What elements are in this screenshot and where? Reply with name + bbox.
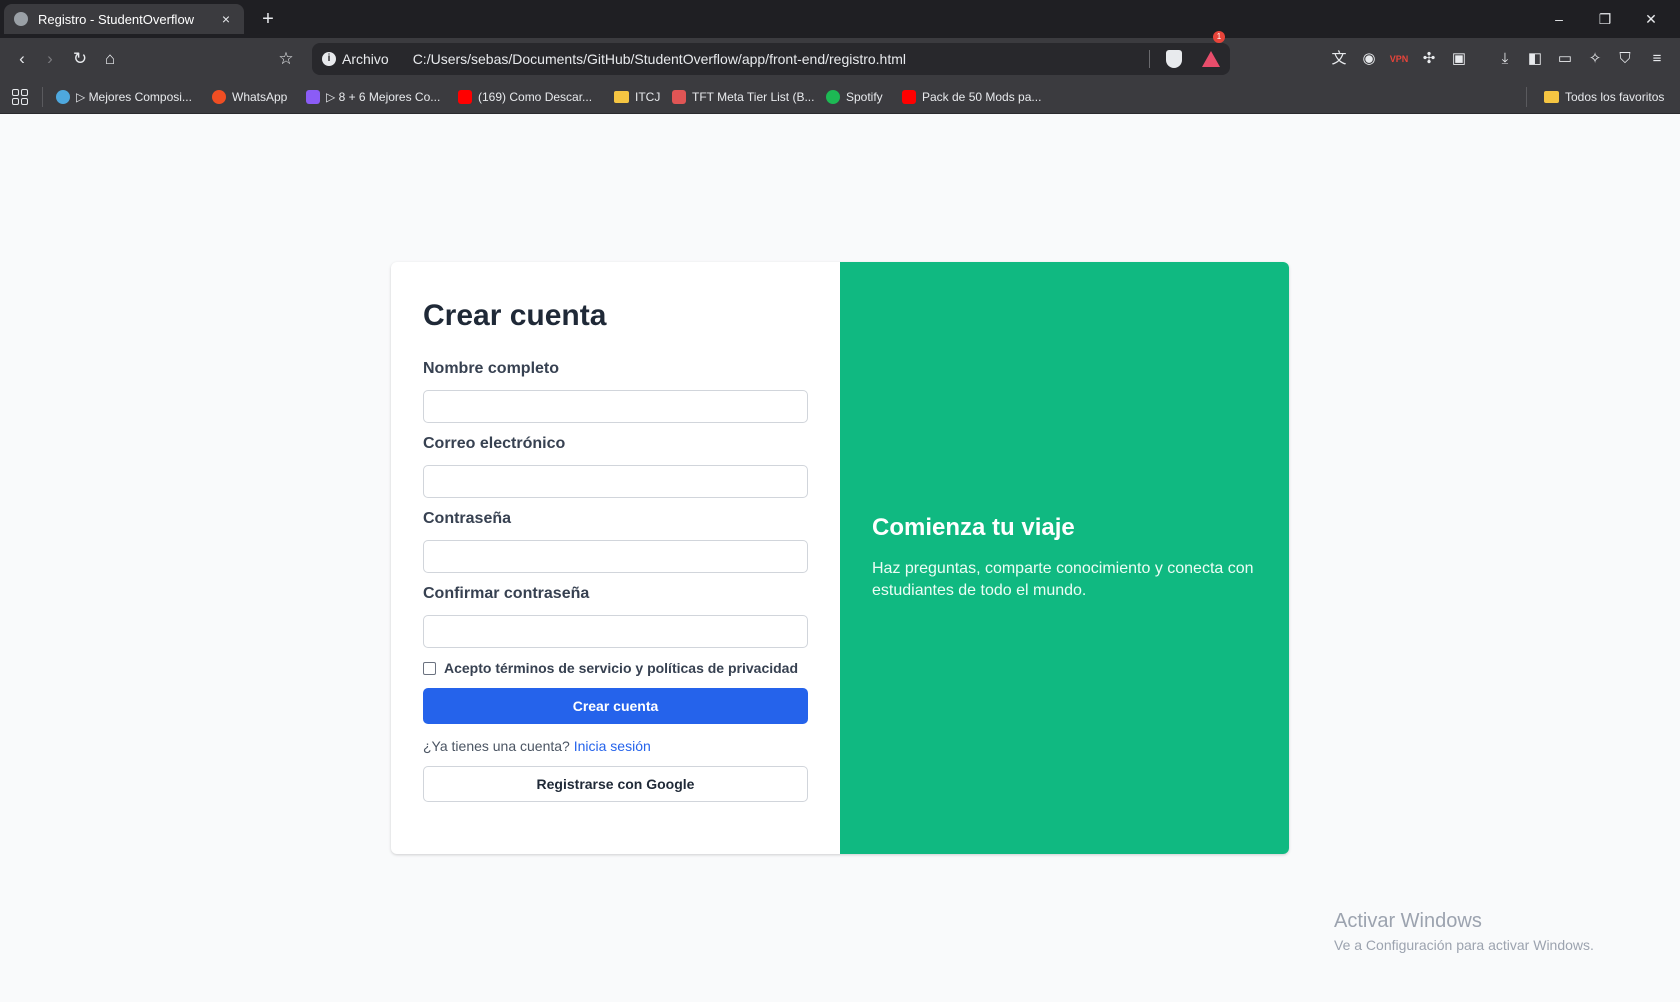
rewards-badge: 1 [1213,31,1225,43]
login-link[interactable]: Inicia sesión [574,738,651,754]
terms-checkbox[interactable] [423,661,436,675]
login-prompt: ¿Ya tienes una cuenta? Inicia sesión [423,738,808,754]
confirm-password-label: Confirmar contraseña [423,585,590,602]
forward-button[interactable]: › [38,47,62,71]
bookmark-item[interactable]: Pack de 50 Mods pa... [902,88,1041,106]
form-title: Crear cuenta [423,299,607,332]
globe-icon [14,12,28,26]
bookmark-separator [1526,87,1527,107]
youtube-icon [902,90,916,104]
brave-rewards-icon[interactable]: 1 [1202,31,1225,67]
watermark-subtitle: Ve a Configuración para activar Windows. [1334,937,1594,953]
leo-icon[interactable]: ✧ [1584,48,1606,70]
register-card: Crear cuenta Nombre completo Correo elec… [391,262,1289,854]
bookmark-item[interactable]: Spotify [826,88,883,106]
restore-button[interactable]: ❐ [1582,0,1628,38]
home-button[interactable]: ⌂ [98,47,122,71]
brave-shield-icon[interactable] [1166,50,1182,68]
folder-icon [614,91,629,103]
bookmarks-bar: ▷ Mejores Composi... WhatsApp ▷ 8 + 6 Me… [0,80,1680,114]
confirm-password-input[interactable] [423,615,808,648]
email-label: Correo electrónico [423,435,566,452]
chrome-icon[interactable]: ◉ [1358,48,1380,70]
tab-close-icon[interactable]: × [218,11,234,27]
windows-activation-watermark: Activar Windows Ve a Configuración para … [1334,910,1594,953]
tab-title: Registro - StudentOverflow [38,11,195,27]
bookmark-label: ▷ Mejores Composi... [76,90,192,104]
wallet-icon[interactable]: ▭ [1554,48,1576,70]
password-label: Contraseña [423,510,512,527]
translate-icon[interactable]: 文 [1328,48,1350,70]
bookmark-item[interactable]: WhatsApp [212,88,287,106]
bookmark-label: Pack de 50 Mods pa... [922,90,1042,104]
bookmark-favicon-icon [306,90,320,104]
vpn-icon[interactable]: VPN [1388,48,1410,70]
bookmark-folder[interactable]: ITCJ [614,88,660,106]
register-form: Crear cuenta Nombre completo Correo elec… [391,262,840,854]
bookmark-page-button[interactable]: ☆ [274,47,298,71]
apps-icon[interactable] [12,89,28,105]
bookmark-label: ▷ 8 + 6 Mejores Co... [326,90,441,104]
whatsapp-icon [212,90,226,104]
info-icon[interactable]: i [322,52,336,66]
terms-row: Acepto términos de servicio y políticas … [423,660,808,676]
browser-tab[interactable]: Registro - StudentOverflow × [4,4,244,34]
sidebar-icon[interactable]: ◧ [1524,48,1546,70]
youtube-icon [458,90,472,104]
url-text[interactable]: C:/Users/sebas/Documents/GitHub/StudentO… [413,51,1143,67]
bookmark-item[interactable]: (169) Como Descar... [458,88,592,106]
bookmark-label: (169) Como Descar... [478,90,593,104]
bookmark-label: Todos los favoritos [1565,90,1665,104]
bookmark-item[interactable]: ▷ Mejores Composi... [56,88,192,106]
watermark-title: Activar Windows [1334,910,1482,932]
bookmark-label: WhatsApp [232,90,288,104]
bookmark-favicon-icon [672,90,686,104]
url-scheme-label: Archivo [342,51,389,67]
spotify-icon [826,90,840,104]
address-separator [1149,50,1150,68]
back-button[interactable]: ‹ [10,47,34,71]
promo-title: Comienza tu viaje [872,513,1075,541]
menu-icon[interactable]: ≡ [1646,48,1668,70]
close-window-button[interactable]: ✕ [1628,0,1674,38]
bookmark-label: ITCJ [635,90,661,104]
vpn-shield-icon[interactable]: ⛉ [1614,48,1636,70]
email-input[interactable] [423,465,808,498]
name-label: Nombre completo [423,360,560,377]
download-icon[interactable]: ⤓ [1494,48,1516,70]
terms-label[interactable]: Acepto términos de servicio y políticas … [444,660,798,676]
promo-text: Haz preguntas, comparte conocimiento y c… [872,559,1254,599]
create-account-button[interactable]: Crear cuenta [423,688,808,724]
folder-icon [1544,91,1559,103]
promo-panel: Comienza tu viaje Haz preguntas, compart… [840,262,1289,854]
login-prompt-text: ¿Ya tienes una cuenta? [423,738,570,754]
minimize-button[interactable]: – [1536,0,1582,38]
name-input[interactable] [423,390,808,423]
screenshot-icon[interactable]: ▣ [1448,48,1470,70]
bookmark-item[interactable]: TFT Meta Tier List (B... [672,88,814,106]
puzzle-icon[interactable]: ✣ [1418,48,1440,70]
all-bookmarks-folder[interactable]: Todos los favoritos [1544,88,1664,106]
bookmark-item[interactable]: ▷ 8 + 6 Mejores Co... [306,88,440,106]
reload-button[interactable]: ↻ [68,47,92,71]
bookmark-separator [42,87,43,107]
new-tab-button[interactable]: + [256,6,280,32]
bookmark-label: Spotify [846,90,883,104]
google-signup-button[interactable]: Registrarse con Google [423,766,808,802]
browser-toolbar: ‹ › ↻ ⌂ ☆ i Archivo C:/Users/sebas/Docum… [0,31,1680,80]
address-bar[interactable]: i Archivo C:/Users/sebas/Documents/GitHu… [312,31,1230,75]
bookmark-label: TFT Meta Tier List (B... [692,90,815,104]
password-input[interactable] [423,540,808,573]
browser-titlebar: Registro - StudentOverflow × + – ❐ ✕ [0,0,1680,38]
bookmark-favicon-icon [56,90,70,104]
